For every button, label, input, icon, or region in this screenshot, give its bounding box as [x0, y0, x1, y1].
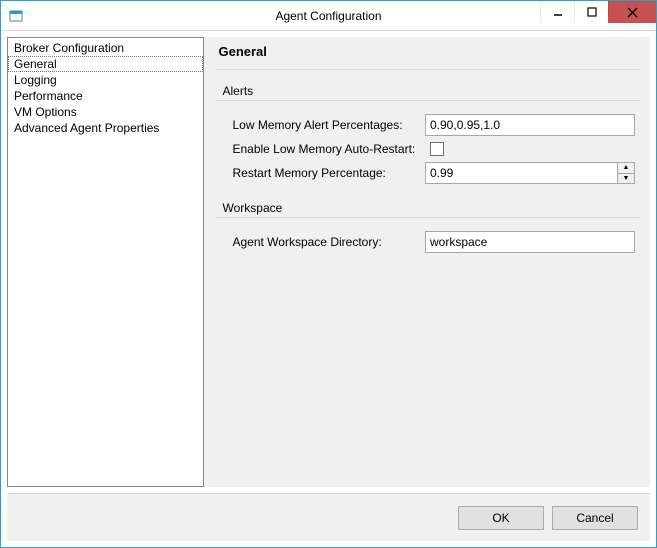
agent-config-window: Agent Configuration Broker Configuration… — [0, 0, 657, 548]
restart-pct-label: Restart Memory Percentage: — [232, 166, 417, 180]
restart-pct-spin-buttons: ▲ ▼ — [617, 162, 635, 184]
alerts-group-label: Alerts — [216, 84, 641, 101]
content-panel: General Alerts Low Memory Alert Percenta… — [204, 37, 650, 487]
row-low-memory-pct: Low Memory Alert Percentages: — [216, 111, 641, 139]
minimize-button[interactable] — [540, 1, 574, 23]
alerts-group: Alerts Low Memory Alert Percentages: Ena… — [216, 84, 641, 187]
sidebar-item-performance[interactable]: Performance — [8, 88, 203, 104]
workspace-dir-input[interactable] — [425, 231, 635, 253]
ok-button[interactable]: OK — [458, 506, 544, 530]
sidebar-item-advanced-agent-properties[interactable]: Advanced Agent Properties — [8, 120, 203, 136]
auto-restart-label: Enable Low Memory Auto-Restart: — [232, 142, 422, 156]
sidebar-item-vm-options[interactable]: VM Options — [8, 104, 203, 120]
window-controls — [540, 1, 656, 23]
cancel-button[interactable]: Cancel — [552, 506, 638, 530]
spin-up-icon[interactable]: ▲ — [618, 163, 634, 174]
app-icon — [1, 1, 31, 31]
low-memory-pct-label: Low Memory Alert Percentages: — [232, 118, 417, 132]
maximize-button[interactable] — [574, 1, 608, 23]
page-title: General — [216, 38, 641, 70]
restart-pct-input[interactable] — [425, 162, 617, 184]
sidebar-item-logging[interactable]: Logging — [8, 72, 203, 88]
row-restart-pct: Restart Memory Percentage: ▲ ▼ — [216, 159, 641, 187]
sidebar-item-broker-configuration[interactable]: Broker Configuration — [8, 40, 203, 56]
row-workspace-dir: Agent Workspace Directory: — [216, 228, 641, 256]
low-memory-pct-input[interactable] — [425, 114, 635, 136]
sidebar-item-general[interactable]: General — [8, 56, 203, 72]
titlebar: Agent Configuration — [1, 1, 656, 31]
workspace-dir-label: Agent Workspace Directory: — [232, 235, 417, 249]
dialog-body: Broker Configuration General Logging Per… — [1, 31, 656, 487]
dialog-footer: OK Cancel — [7, 493, 650, 541]
restart-pct-spinner: ▲ ▼ — [425, 162, 635, 184]
row-auto-restart: Enable Low Memory Auto-Restart: — [216, 139, 641, 159]
category-sidebar: Broker Configuration General Logging Per… — [7, 37, 204, 487]
auto-restart-checkbox[interactable] — [430, 142, 444, 156]
spin-down-icon[interactable]: ▼ — [618, 174, 634, 184]
workspace-group: Workspace Agent Workspace Directory: — [216, 201, 641, 256]
workspace-group-label: Workspace — [216, 201, 641, 218]
close-button[interactable] — [608, 1, 656, 23]
